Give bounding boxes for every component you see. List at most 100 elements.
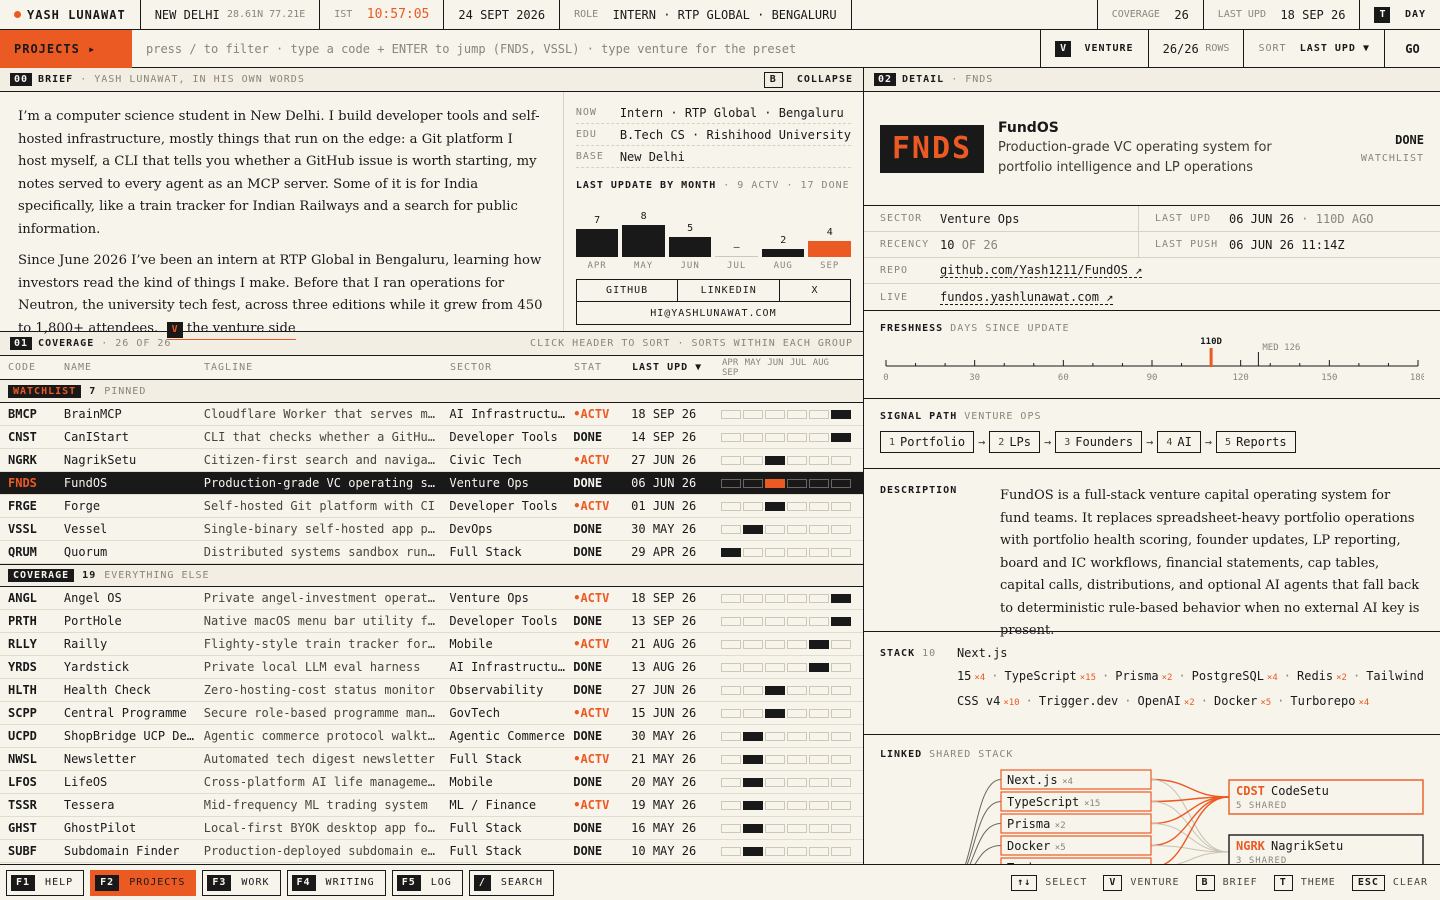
month-count-label: 2: [780, 235, 787, 246]
table-row[interactable]: HLTH Health Check Zero-hosting-cost status…: [0, 679, 863, 702]
stack-item[interactable]: Trigger.dev: [1039, 694, 1118, 708]
row-last-update: 27 JUN 26: [631, 453, 697, 467]
live-link[interactable]: fundos.yashlunawat.com ↗: [940, 290, 1114, 305]
row-sector: Developer Tools: [449, 499, 558, 513]
table-row[interactable]: SUBF Subdomain Finder Production-deployed …: [0, 840, 863, 863]
row-code: UCPD: [8, 729, 37, 743]
signal-step-num: 5: [1225, 436, 1232, 448]
month-cell: [809, 662, 830, 672]
x-link[interactable]: X: [780, 280, 850, 301]
row-name: GhostPilot: [63, 821, 137, 835]
month-cell: [721, 501, 742, 511]
signal-step[interactable]: 3 Founders: [1055, 431, 1143, 453]
table-row[interactable]: ANGL Angel OS Private angel-investment ope…: [0, 587, 863, 610]
table-row[interactable]: CNST CanIStart CLI that checks whether a G…: [0, 426, 863, 449]
now-row: NOW Intern · RTP Global · Bengaluru: [575, 102, 851, 124]
key-hint-cap: ↑↓: [1011, 874, 1038, 891]
signal-step[interactable]: 2 LPs: [989, 431, 1041, 453]
table-row[interactable]: QRUM Quorum Distributed systems sandbox ru…: [0, 541, 863, 564]
row-name: PortHole: [63, 614, 122, 628]
function-key-button[interactable]: F5 LOG: [391, 869, 463, 896]
row-status: •ACTV: [573, 453, 610, 467]
function-key-cap: F2: [95, 874, 120, 891]
table-row[interactable]: NWSL Newsletter Automated tech digest news…: [0, 748, 863, 771]
projects-menu-button[interactable]: PROJECTS ▸: [0, 29, 132, 68]
stack-item[interactable]: Prisma ×2: [1115, 669, 1172, 683]
month-cell: [787, 846, 808, 856]
col-code[interactable]: CODE: [0, 362, 64, 373]
month-cell: [721, 800, 742, 810]
stack-item-count: ×2: [1183, 698, 1195, 708]
table-row[interactable]: NGRK NagrikSetu Citizen-first search and n…: [0, 449, 863, 472]
stack-separator: ·: [1124, 694, 1132, 708]
table-row[interactable]: GHST GhostPilot Local-first BYOK desktop a…: [0, 817, 863, 840]
collapse-button[interactable]: B COLLAPSE: [763, 71, 853, 88]
go-button[interactable]: GO: [1384, 29, 1440, 68]
last-update-value: 18 SEP 26: [1280, 7, 1346, 22]
freshness-title: FRESHNESS DAYS SINCE UPDATE: [880, 323, 1424, 334]
collapse-label: COLLAPSE: [796, 74, 853, 85]
month-cell: [831, 754, 852, 764]
row-name: NagrikSetu: [63, 453, 137, 467]
table-row[interactable]: PRTH PortHole Native macOS menu bar utilit…: [0, 610, 863, 633]
function-key-button[interactable]: F1 HELP: [6, 869, 85, 896]
table-row[interactable]: UCPD ShopBridge UCP Demo Agentic commerce …: [0, 725, 863, 748]
month-cell: [721, 455, 742, 465]
github-link[interactable]: GITHUB: [577, 280, 679, 301]
col-name[interactable]: NAME: [64, 362, 204, 373]
stack-item-count: ×10: [1003, 698, 1020, 708]
table-row[interactable]: RLLY Railly Flighty-style train tracker fo…: [0, 633, 863, 656]
signal-step[interactable]: 4 AI: [1157, 431, 1201, 453]
theme-toggle[interactable]: T DAY: [1359, 0, 1440, 30]
stack-list: Next.js 15 ×4 · TypeScript ×15 · Prisma ×2 · Post…: [957, 642, 1424, 722]
function-key-button[interactable]: / SEARCH: [468, 869, 554, 896]
stack-item[interactable]: Redis ×2: [1297, 669, 1347, 683]
function-key-button[interactable]: F3 WORK: [202, 869, 281, 896]
month-cell: [765, 662, 786, 672]
col-stat[interactable]: STAT: [574, 362, 632, 373]
table-row[interactable]: LFOS LifeOS Cross-platform AI life managem…: [0, 771, 863, 794]
table-row[interactable]: BMCP BrainMCP Cloudflare Worker that serve…: [0, 403, 863, 426]
rows-label: ROWS: [1205, 43, 1230, 54]
stack-item[interactable]: Turborepo ×4: [1290, 694, 1369, 708]
brand[interactable]: YASH LUNAWAT: [0, 0, 141, 30]
rows-value: 26/26: [1162, 41, 1199, 56]
sort-select[interactable]: SORT LAST UPD ▼: [1243, 29, 1384, 68]
col-last-update[interactable]: LAST UPD ▼: [632, 362, 722, 373]
function-key-button[interactable]: F2 PROJECTS: [90, 869, 197, 896]
signal-title: SIGNAL PATH VENTURE OPS: [880, 411, 1424, 422]
venture-side-link[interactable]: V the venture side: [166, 320, 296, 340]
signal-step[interactable]: 5 Reports: [1216, 431, 1296, 453]
stack-separator: ·: [1352, 669, 1361, 683]
email-link[interactable]: HI@YASHLUNAWAT.COM: [577, 302, 850, 324]
month-cell: [765, 754, 786, 764]
table-row[interactable]: FNDS FundOS Production-grade VC operating …: [0, 472, 863, 495]
col-sector[interactable]: SECTOR: [450, 362, 574, 373]
signal-step[interactable]: 1 Portfolio: [880, 431, 975, 453]
table-row[interactable]: YRDS Yardstick Private local LLM eval harn…: [0, 656, 863, 679]
table-row[interactable]: SCPP Central Programme Secure role-based p…: [0, 702, 863, 725]
month-bar: [575, 229, 619, 257]
col-tagline[interactable]: TAGLINE: [204, 362, 450, 373]
table-row[interactable]: VSSL Vessel Single-binary self-hosted app …: [0, 518, 863, 541]
month-count-label: 7: [594, 215, 601, 226]
table-row[interactable]: TSSR Tessera Mid-frequency ML trading syst…: [0, 794, 863, 817]
signal-step-num: 4: [1166, 436, 1173, 448]
stack-item-name: OpenAI: [1137, 694, 1181, 708]
function-key-button[interactable]: F4 WRITING: [286, 869, 386, 896]
lastupd-value: 06 JUN 26: [1229, 211, 1295, 226]
stack-item[interactable]: Next.js 15 ×4: [957, 646, 1008, 683]
stack-item[interactable]: PostgreSQL ×4: [1192, 669, 1278, 683]
stack-item[interactable]: TypeScript ×15: [1004, 669, 1096, 683]
stack-item[interactable]: Docker ×5: [1214, 694, 1271, 708]
last-update-stat: LAST UPD 18 SEP 26: [1202, 0, 1360, 30]
stack-separator: ·: [1283, 669, 1291, 683]
stack-item[interactable]: OpenAI ×2: [1138, 694, 1195, 708]
row-sector: Venture Ops: [449, 476, 529, 490]
venture-preset-button[interactable]: V VENTURE: [1040, 29, 1147, 68]
linkedin-link[interactable]: LINKEDIN: [678, 280, 780, 301]
table-row[interactable]: FRGE Forge Self-hosted Git platform with C…: [0, 495, 863, 518]
command-input[interactable]: [132, 29, 1041, 68]
repo-link[interactable]: github.com/Yash1211/FundOS ↗: [940, 263, 1143, 278]
row-month-sparkline: [721, 455, 863, 465]
